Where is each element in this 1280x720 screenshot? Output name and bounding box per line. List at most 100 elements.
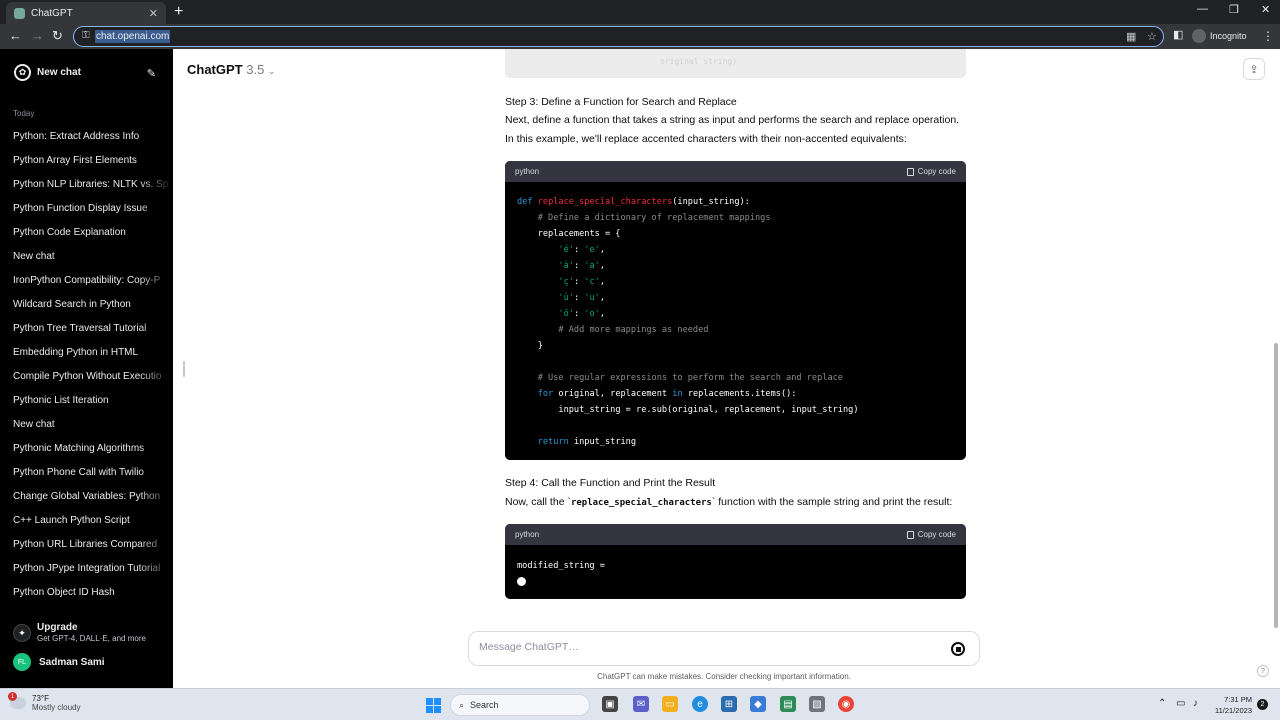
copy-code-label: Copy code bbox=[917, 530, 956, 539]
edge-browser-icon[interactable]: e bbox=[692, 696, 708, 712]
sidebar-chat-item[interactable]: Python Phone Call with Twilio bbox=[0, 465, 173, 489]
user-menu[interactable]: FL Sadman Sami bbox=[13, 653, 105, 671]
notification-badge[interactable]: 2 bbox=[1257, 699, 1268, 710]
clock-date: 11/21/2023 bbox=[1215, 706, 1252, 715]
sidebar-chat-item[interactable]: Python Object ID Hash bbox=[0, 585, 173, 609]
browser-tab-bar: ChatGPT ✕ + — ❐ ✕ bbox=[0, 0, 1280, 24]
system-clock[interactable]: 7:31 PM 11/21/2023 bbox=[1212, 694, 1252, 716]
sidebar-chat-item[interactable]: Python Code Explanation bbox=[0, 225, 173, 249]
compose-icon[interactable]: ✎ bbox=[147, 67, 156, 80]
chrome-icon[interactable]: ◉ bbox=[838, 696, 854, 712]
weather-temp: 73°F bbox=[32, 694, 49, 703]
incognito-indicator[interactable]: Incognito bbox=[1192, 29, 1247, 43]
chatgpt-favicon-icon bbox=[14, 7, 25, 19]
upgrade-button[interactable]: ✦ Upgrade Get GPT-4, DALL·E, and more bbox=[13, 622, 146, 643]
message-input[interactable] bbox=[479, 641, 929, 653]
scrollbar[interactable] bbox=[1274, 343, 1278, 628]
vscode-icon[interactable]: ◆ bbox=[750, 696, 766, 712]
code-token: } bbox=[537, 341, 543, 351]
sidebar-chat-item[interactable]: C++ Launch Python Script bbox=[0, 513, 173, 537]
sidebar-chat-item[interactable]: Python: Extract Address Info bbox=[0, 129, 173, 153]
clipboard-icon bbox=[906, 530, 914, 539]
restore-icon[interactable]: ❐ bbox=[1229, 3, 1239, 16]
browser-tab[interactable]: ChatGPT ✕ bbox=[6, 2, 166, 24]
sidebar-chat-item[interactable]: Embedding Python in HTML bbox=[0, 345, 173, 369]
microsoft-store-icon[interactable]: ⊞ bbox=[721, 696, 737, 712]
code-string: 'c' bbox=[584, 277, 600, 287]
stop-generating-button[interactable] bbox=[951, 642, 965, 656]
sidebar-toggle-handle[interactable] bbox=[183, 361, 185, 377]
step4-heading: Step 4: Call the Function and Print the … bbox=[505, 477, 716, 489]
taskbar-search-label: Search bbox=[470, 700, 499, 710]
help-button[interactable]: ? bbox=[1257, 665, 1269, 677]
sidebar-chat-item[interactable]: Compile Python Without Executio bbox=[0, 369, 173, 393]
code-comment: # Use regular expressions to perform the… bbox=[537, 373, 843, 383]
app-icon[interactable]: ▧ bbox=[809, 696, 825, 712]
inline-code: replace_special_characters bbox=[570, 498, 712, 508]
sidebar-chat-item[interactable]: New chat bbox=[0, 249, 173, 273]
taskbar-search[interactable]: ⌕ Search bbox=[450, 694, 590, 716]
bookmark-star-icon[interactable]: ☆ bbox=[1147, 30, 1157, 43]
app-icon[interactable]: ▤ bbox=[780, 696, 796, 712]
chevron-up-icon[interactable]: ⌃ bbox=[1158, 698, 1166, 709]
sidebar-chat-item[interactable]: Change Global Variables: Python bbox=[0, 489, 173, 513]
model-selector[interactable]: ChatGPT 3.5 ⌄ bbox=[187, 62, 276, 77]
disclaimer: ChatGPT can make mistakes. Consider chec… bbox=[597, 672, 851, 681]
sidebar-chat-item[interactable]: Python JPype Integration Tutorial bbox=[0, 561, 173, 585]
code-string: 'à' bbox=[558, 261, 574, 271]
sidebar-chat-item[interactable]: Python URL Libraries Compared bbox=[0, 537, 173, 561]
volume-icon[interactable]: ♪ bbox=[1193, 698, 1198, 709]
minimize-icon[interactable]: — bbox=[1197, 3, 1208, 15]
sidebar-chat-item[interactable]: Wildcard Search in Python bbox=[0, 297, 173, 321]
task-view-icon[interactable]: ▣ bbox=[602, 696, 618, 712]
back-icon[interactable]: ← bbox=[9, 28, 22, 43]
code-string: 'ù' bbox=[558, 293, 574, 303]
copy-code-button[interactable]: Copy code bbox=[906, 530, 956, 539]
sidebar-chat-item[interactable]: Python Array First Elements bbox=[0, 153, 173, 177]
step4-text: Now, call the `replace_special_character… bbox=[505, 496, 952, 508]
previous-code-block: original string) bbox=[505, 49, 966, 78]
stop-icon bbox=[955, 646, 961, 652]
new-tab-icon[interactable]: + bbox=[174, 3, 183, 21]
sidebar-chat-item[interactable]: IronPython Compatibility: Copy-P bbox=[0, 273, 173, 297]
weather-widget[interactable]: 1 73°F Mostly cloudy bbox=[8, 692, 80, 712]
model-version: 3.5 bbox=[246, 62, 265, 77]
sidebar-chat-item[interactable]: New chat bbox=[0, 417, 173, 441]
network-icon[interactable]: ▭ bbox=[1176, 698, 1185, 709]
sidebar: ✿ New chat ✎ Today Python: Extract Addre… bbox=[0, 49, 173, 688]
teams-chat-icon[interactable]: ✉ bbox=[633, 696, 649, 712]
code-block-call: python Copy code modified_string = bbox=[505, 524, 966, 599]
address-bar[interactable]: ⚿ chat.openai.com ▦ ☆ bbox=[73, 26, 1164, 47]
copy-code-button[interactable]: Copy code bbox=[906, 167, 956, 176]
forward-icon[interactable]: → bbox=[31, 28, 44, 43]
share-button[interactable]: ⇪ bbox=[1243, 58, 1265, 80]
reload-icon[interactable]: ↻ bbox=[52, 28, 63, 44]
sparkle-icon: ✦ bbox=[13, 624, 31, 642]
file-explorer-icon[interactable]: ▭ bbox=[662, 696, 678, 712]
close-window-icon[interactable]: ✕ bbox=[1261, 3, 1270, 16]
sidebar-chat-item[interactable]: Pythonic Matching Algorithms bbox=[0, 441, 173, 465]
sidebar-chat-item[interactable]: Python Tree Traversal Tutorial bbox=[0, 321, 173, 345]
code-token: replacements.items(): bbox=[687, 389, 797, 399]
code-token: in bbox=[672, 389, 683, 399]
url-text[interactable]: chat.openai.com bbox=[95, 30, 171, 43]
start-button[interactable] bbox=[426, 698, 441, 713]
sidebar-chat-item[interactable]: Python Function Display Issue bbox=[0, 201, 173, 225]
code-token: input_string = re.sub(original, replacem… bbox=[558, 405, 859, 415]
code-string: 'é' bbox=[558, 245, 574, 255]
camera-blocked-icon[interactable]: ▦ bbox=[1126, 30, 1136, 43]
sidebar-chat-item[interactable]: Python NLP Libraries: NLTK vs. Sp bbox=[0, 177, 173, 201]
code-token: modified_string = bbox=[517, 561, 605, 571]
sidebar-chat-item[interactable]: Pythonic List Iteration bbox=[0, 393, 173, 417]
code-token: replacements = { bbox=[537, 229, 621, 239]
windows-taskbar: 1 73°F Mostly cloudy ⌕ Search ▣ ✉ ▭ e ⊞ … bbox=[0, 688, 1280, 720]
code-comment: # Define a dictionary of replacement map… bbox=[537, 213, 771, 223]
side-panel-icon[interactable]: ◧ bbox=[1173, 28, 1183, 41]
upgrade-subtitle: Get GPT-4, DALL·E, and more bbox=[37, 634, 146, 643]
step4-text-post: ` function with the sample string and pr… bbox=[711, 496, 953, 508]
code-language: python bbox=[515, 530, 540, 539]
site-info-icon[interactable]: ⚿ bbox=[82, 30, 90, 41]
close-tab-icon[interactable]: ✕ bbox=[149, 7, 158, 20]
browser-menu-icon[interactable]: ⋮ bbox=[1262, 29, 1274, 43]
code-string: 'ô' bbox=[558, 309, 574, 319]
